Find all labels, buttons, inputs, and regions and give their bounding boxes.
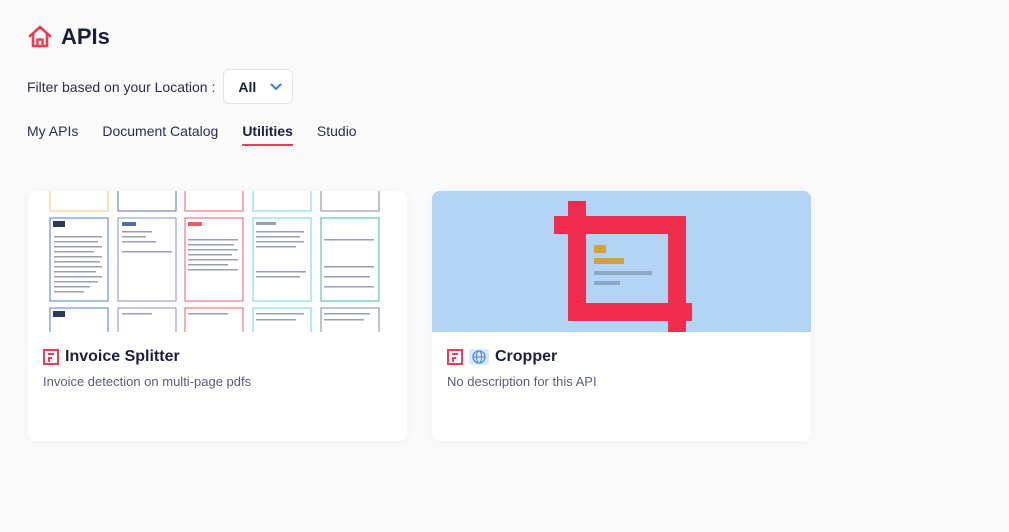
page-header: APIs [27, 24, 110, 50]
tab-bar: My APIs Document Catalog Utilities Studi… [27, 123, 357, 146]
invoice-splitter-thumbnail [28, 191, 407, 332]
api-doc-icon [43, 349, 59, 365]
tab-document-catalog[interactable]: Document Catalog [102, 123, 218, 143]
chevron-down-icon [270, 83, 282, 90]
card-description: No description for this API [447, 374, 597, 389]
documents-illustration [28, 191, 407, 332]
location-select-value: All [238, 78, 257, 95]
api-card-cropper[interactable]: Cropper No description for this API [432, 191, 811, 441]
cropper-thumbnail [432, 191, 811, 332]
location-filter: Filter based on your Location : All [27, 69, 294, 104]
tab-studio[interactable]: Studio [317, 123, 357, 143]
page-title: APIs [61, 24, 110, 49]
home-icon [28, 25, 52, 48]
tab-my-apis[interactable]: My APIs [27, 123, 78, 143]
filter-label: Filter based on your Location : [27, 78, 216, 95]
tab-utilities[interactable]: Utilities [242, 123, 293, 146]
crop-icon [432, 191, 811, 332]
api-card-invoice-splitter[interactable]: Invoice Splitter Invoice detection on mu… [28, 191, 407, 441]
globe-icon [469, 349, 489, 365]
card-description: Invoice detection on multi-page pdfs [43, 374, 252, 389]
api-doc-icon [447, 349, 463, 365]
card-title: Invoice Splitter [65, 348, 180, 365]
location-select[interactable]: All [223, 69, 294, 104]
card-title: Cropper [495, 348, 558, 365]
